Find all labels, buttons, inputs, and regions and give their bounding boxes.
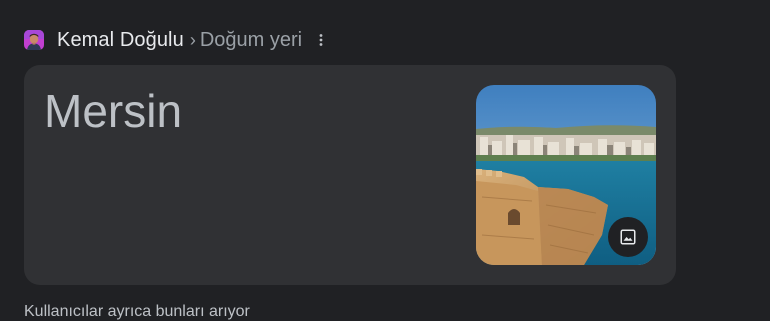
answer-value: Mersin [44,85,183,137]
breadcrumb-separator: › [189,29,196,50]
more-options-button[interactable] [314,29,328,51]
breadcrumb: Kemal Doğulu › Doğum yeri [24,27,328,53]
image-icon [620,229,636,245]
breadcrumb-entity[interactable]: Kemal Doğulu [57,29,184,52]
related-searches-heading: Kullanıcılar ayrıca bunları arıyor [24,303,250,320]
answer-card: Mersin [24,65,676,285]
avatar[interactable] [24,30,44,50]
breadcrumb-attribute: Doğum yeri [199,28,303,51]
more-vert-icon [319,34,323,46]
place-thumbnail[interactable] [476,85,656,265]
view-image-button[interactable] [608,217,648,257]
